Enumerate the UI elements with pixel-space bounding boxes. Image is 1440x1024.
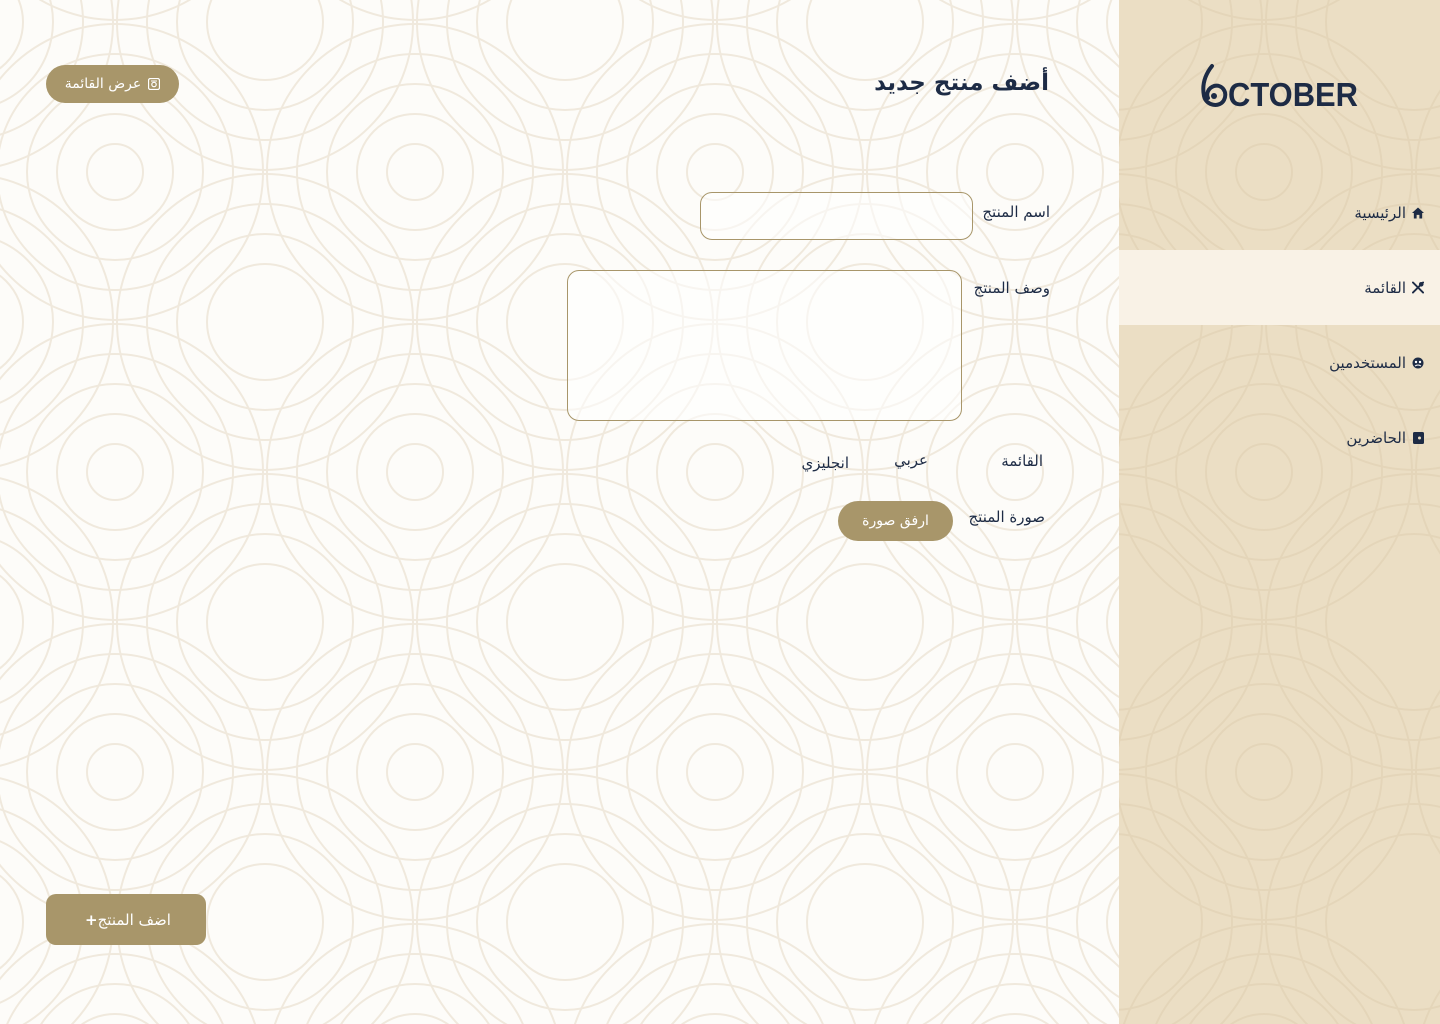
attach-image-button[interactable]: ارفق صورة (838, 501, 953, 541)
add-product-label: اضف المنتج (97, 910, 171, 929)
utensils-icon (1412, 281, 1424, 294)
view-menu-label: عرض القائمة (64, 76, 142, 92)
product-description-label: وصف المنتج (973, 279, 1050, 297)
arabic-option[interactable]: عربي (894, 451, 928, 469)
menu-label: القائمة (1001, 452, 1043, 470)
sidebar-item-label: الحاضرين (1346, 428, 1406, 447)
logo-text: CTOBER (1228, 76, 1358, 112)
users-icon (1412, 357, 1424, 369)
brand-logo[interactable]: CTOBER (1200, 62, 1360, 112)
english-option[interactable]: انجليزي (801, 454, 849, 472)
product-name-input[interactable] (700, 192, 973, 240)
sidebar-pattern (1119, 0, 1440, 1024)
sidebar-item-menu[interactable]: القائمة (1119, 250, 1440, 325)
sidebar-item-users[interactable]: المستخدمين (1119, 325, 1440, 400)
product-name-label: اسم المنتج (982, 203, 1050, 221)
sidebar-item-label: المستخدمين (1329, 353, 1406, 372)
view-menu-button[interactable]: عرض القائمة (46, 65, 179, 103)
sidebar-item-home[interactable]: الرئيسية (1119, 175, 1440, 250)
sidebar (1119, 0, 1440, 1024)
sidebar-item-attendance[interactable]: الحاضرين (1119, 400, 1440, 475)
add-product-button[interactable]: اضف المنتج + (46, 894, 206, 945)
attendance-icon (1412, 431, 1424, 444)
product-description-input[interactable] (567, 270, 962, 421)
menu-book-icon (148, 77, 161, 91)
product-image-label: صورة المنتج (968, 508, 1045, 526)
sidebar-item-label: الرئيسية (1354, 203, 1406, 222)
home-icon (1412, 206, 1424, 219)
attach-image-label: ارفق صورة (862, 513, 929, 529)
sidebar-item-label: القائمة (1364, 278, 1406, 297)
page-title: أضف منتج جديد (874, 70, 1049, 96)
plus-icon: + (85, 910, 98, 929)
